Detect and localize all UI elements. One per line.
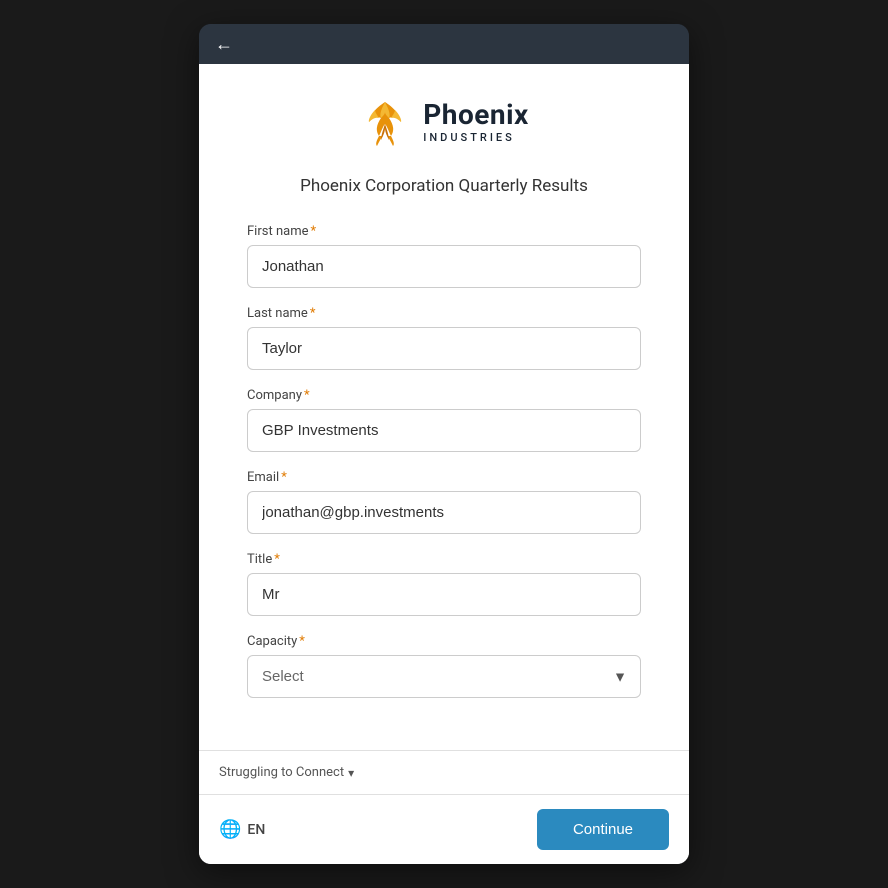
capacity-select-wrapper: Select Individual Investor Institutional… xyxy=(247,655,641,698)
email-input[interactable] xyxy=(247,491,641,534)
capacity-group: Capacity* Select Individual Investor Ins… xyxy=(247,634,641,698)
first-name-group: First name* xyxy=(247,224,641,288)
last-name-group: Last name* xyxy=(247,306,641,370)
language-text: EN xyxy=(247,822,265,838)
phoenix-logo-icon xyxy=(359,96,411,148)
capacity-select[interactable]: Select Individual Investor Institutional… xyxy=(247,655,641,698)
footer-bar: 🌐 EN Continue xyxy=(199,795,689,864)
required-star: * xyxy=(304,388,310,403)
brand-text: Phoenix INDUSTRIES xyxy=(423,100,529,144)
first-name-label: First name* xyxy=(247,224,641,239)
top-bar: ← xyxy=(199,24,689,64)
chevron-down-icon: ▾ xyxy=(348,766,354,780)
first-name-input[interactable] xyxy=(247,245,641,288)
back-button[interactable]: ← xyxy=(215,34,233,55)
required-star: * xyxy=(310,224,316,239)
last-name-input[interactable] xyxy=(247,327,641,370)
brand-sub: INDUSTRIES xyxy=(423,131,529,144)
title-group: Title* xyxy=(247,552,641,616)
page-title: Phoenix Corporation Quarterly Results xyxy=(247,176,641,196)
email-group: Email* xyxy=(247,470,641,534)
logo-section: Phoenix INDUSTRIES xyxy=(247,96,641,148)
required-star: * xyxy=(310,306,316,321)
title-label: Title* xyxy=(247,552,641,567)
struggling-connect-text: Struggling to Connect xyxy=(219,765,344,780)
required-star: * xyxy=(274,552,280,567)
title-input[interactable] xyxy=(247,573,641,616)
struggling-connect-section[interactable]: Struggling to Connect ▾ xyxy=(199,751,689,794)
language-selector[interactable]: 🌐 EN xyxy=(219,819,265,840)
brand-name: Phoenix xyxy=(423,100,529,131)
globe-icon: 🌐 xyxy=(219,819,241,840)
last-name-label: Last name* xyxy=(247,306,641,321)
company-group: Company* xyxy=(247,388,641,452)
required-star: * xyxy=(281,470,287,485)
company-label: Company* xyxy=(247,388,641,403)
capacity-label: Capacity* xyxy=(247,634,641,649)
email-label: Email* xyxy=(247,470,641,485)
continue-button[interactable]: Continue xyxy=(537,809,669,850)
company-input[interactable] xyxy=(247,409,641,452)
required-star: * xyxy=(299,634,305,649)
form-area: Phoenix INDUSTRIES Phoenix Corporation Q… xyxy=(199,64,689,750)
modal-content: Phoenix INDUSTRIES Phoenix Corporation Q… xyxy=(199,64,689,864)
phone-frame: ← xyxy=(199,24,689,864)
